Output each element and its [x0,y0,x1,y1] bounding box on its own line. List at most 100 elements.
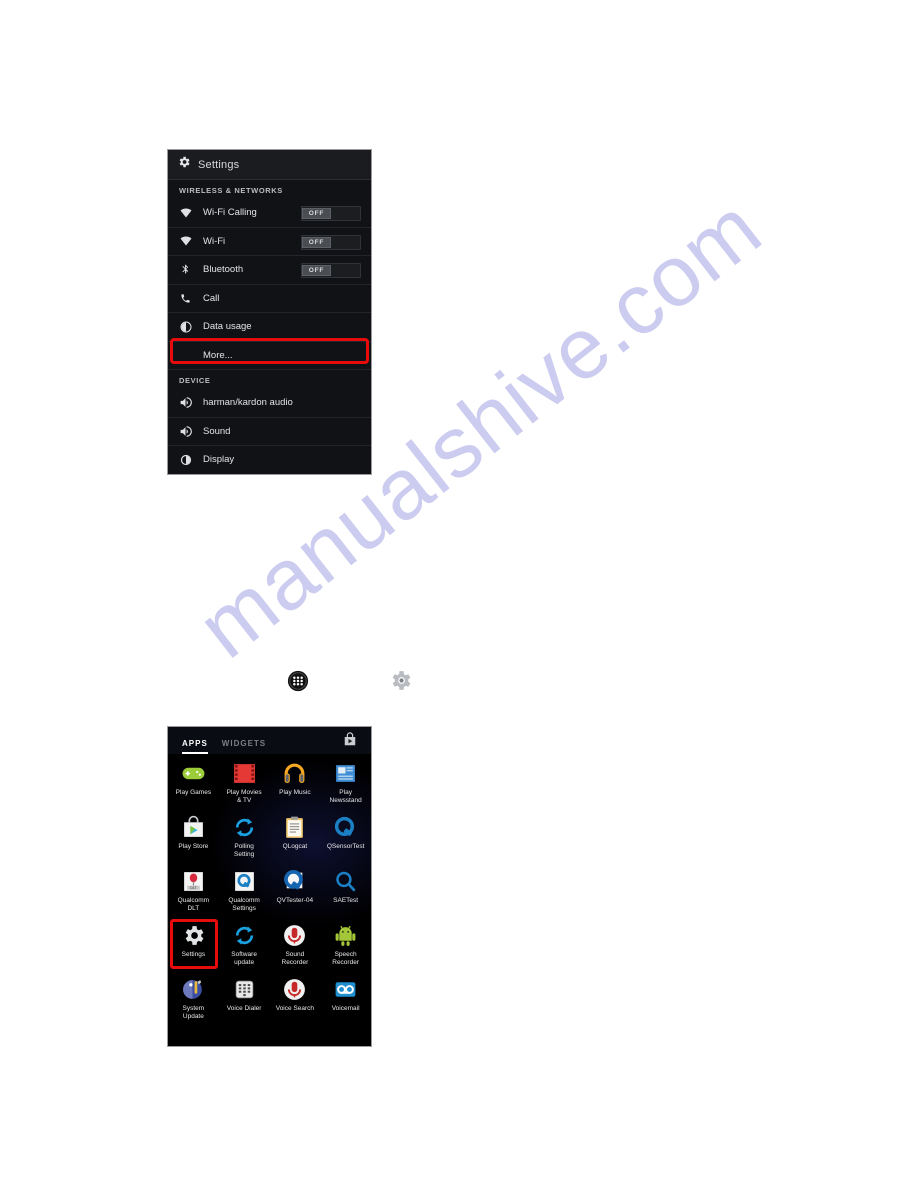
app-grid-row: System Update Voice Dialer Voice Search … [168,974,371,1028]
app-label: QSensorTest [326,843,365,850]
app-item-qlogcat[interactable]: QLogcat [270,812,321,866]
app-label: Voicemail [331,1005,360,1012]
app-item-play-newsstand[interactable]: Play Newsstand [320,758,371,812]
qualcomm-dlt-icon: DLT [181,869,206,894]
qualcomm-settings-icon [232,869,257,894]
app-grid-row: Play Store Polling Setting QLogcat QSens… [168,812,371,866]
section-label-wireless: WIRELESS & NETWORKS [168,180,371,199]
speaker-icon [179,396,192,409]
watermark: manualshive.com [0,0,918,1188]
wifi-icon [179,235,192,248]
app-item-settings[interactable]: Settings [168,920,219,974]
app-grid-row: Play Games Play Movies & TV Play Music P… [168,758,371,812]
play-store-icon [181,815,206,840]
wifi-toggle[interactable]: OFF [301,234,361,250]
bluetooth-icon [179,263,192,276]
voicemail-icon [333,977,358,1002]
settings-row-label: Sound [203,425,231,437]
settings-row-bluetooth[interactable]: Bluetooth OFF [168,256,371,285]
settings-row-data-usage[interactable]: Data usage [168,313,371,342]
sound-recorder-icon [282,923,307,948]
app-item-qsensortest[interactable]: QSensorTest [320,812,371,866]
app-label: Play Newsstand [329,789,362,804]
app-label: Software update [231,951,257,966]
wifi-icon [179,206,192,219]
app-item-polling-setting[interactable]: Polling Setting [219,812,270,866]
settings-title: Settings [198,158,240,171]
settings-row-label: Wi-Fi [203,235,226,247]
app-item-qualcomm-settings[interactable]: Qualcomm Settings [219,866,270,920]
section-label-device: DEVICE [168,370,371,389]
phone-icon [179,292,192,305]
gear-icon [177,155,191,174]
play-games-icon [181,761,206,786]
app-drawer-grid: Play Games Play Movies & TV Play Music P… [168,754,371,1046]
settings-row-label: Display [203,454,235,466]
settings-row-call[interactable]: Call [168,284,371,313]
app-item-system-update[interactable]: System Update [168,974,219,1028]
settings-row-wifi[interactable]: Wi-Fi OFF [168,227,371,256]
tab-widgets[interactable]: WIDGETS [222,739,266,754]
app-item-play-games[interactable]: Play Games [168,758,219,812]
app-item-play-store[interactable]: Play Store [168,812,219,866]
app-label: System Update [182,1005,205,1020]
settings-row-harman-kardon-audio[interactable]: harman/kardon audio [168,389,371,418]
settings-row-label: Call [203,292,220,304]
settings-row-more[interactable]: More... [168,341,371,370]
play-music-icon [282,761,307,786]
app-label: Play Music [279,789,311,796]
app-item-voice-dialer[interactable]: Voice Dialer [219,974,270,1028]
app-label: Play Games [175,789,212,796]
settings-header: Settings [168,150,371,180]
voice-search-icon [282,977,307,1002]
app-grid-row: Settings Software update Sound Recorder … [168,920,371,974]
app-label: SAETest [333,897,359,904]
app-drawer-header: APPS WIDGETS [168,727,371,754]
qsensortest-icon [333,815,358,840]
app-label: Voice Search [275,1005,315,1012]
brightness-icon [179,453,192,466]
tab-apps[interactable]: APPS [182,739,208,754]
toggle-state-label: OFF [302,208,331,219]
settings-row-sound[interactable]: Sound [168,417,371,446]
app-grid-row: DLT Qualcomm DLT Qualcomm Settings QVTes… [168,866,371,920]
speaker-icon [179,425,192,438]
app-label: Play Store [178,843,209,850]
settings-row-label: Data usage [203,321,252,333]
polling-setting-icon [232,815,257,840]
settings-gear-icon[interactable] [388,668,413,693]
svg-text:DLT: DLT [190,886,197,890]
settings-row-display[interactable]: Display [168,446,371,474]
qlogcat-icon [282,815,307,840]
app-item-play-music[interactable]: Play Music [270,758,321,812]
app-label: Polling Setting [234,843,255,858]
settings-row-label: More... [203,349,233,361]
settings-row-wifi-calling[interactable]: Wi-Fi Calling OFF [168,199,371,228]
app-item-voice-search[interactable]: Voice Search [270,974,321,1028]
play-store-icon[interactable] [341,731,359,749]
app-item-speech-recorder[interactable]: Speech Recorder [320,920,371,974]
app-label: Sound Recorder [281,951,309,966]
settings-row-label: Wi-Fi Calling [203,207,257,219]
voice-dialer-icon [232,977,257,1002]
data-usage-icon [179,320,192,333]
app-item-play-movies[interactable]: Play Movies & TV [219,758,270,812]
toggle-state-label: OFF [302,265,331,276]
app-label: Qualcomm DLT [177,897,210,912]
app-drawer-screenshot: APPS WIDGETS Play Games Play Movies & TV… [167,726,372,1047]
app-item-qualcomm-dlt[interactable]: DLT Qualcomm DLT [168,866,219,920]
bluetooth-toggle[interactable]: OFF [301,263,361,278]
apps-drawer-icon[interactable] [287,670,309,692]
speech-recorder-icon [333,923,358,948]
app-item-qvtester-04[interactable]: QVTester-04 [270,866,321,920]
app-label: QVTester-04 [276,897,314,904]
wifi-calling-toggle[interactable]: OFF [301,206,361,221]
settings-screenshot: Settings WIRELESS & NETWORKS Wi-Fi Calli… [167,149,372,475]
toggle-state-label: OFF [302,236,331,248]
settings-row-label: harman/kardon audio [203,397,293,409]
app-item-saetest[interactable]: SAETest [320,866,371,920]
qvtester-icon [282,869,307,894]
app-item-voicemail[interactable]: Voicemail [320,974,371,1028]
app-item-software-update[interactable]: Software update [219,920,270,974]
app-item-sound-recorder[interactable]: Sound Recorder [270,920,321,974]
